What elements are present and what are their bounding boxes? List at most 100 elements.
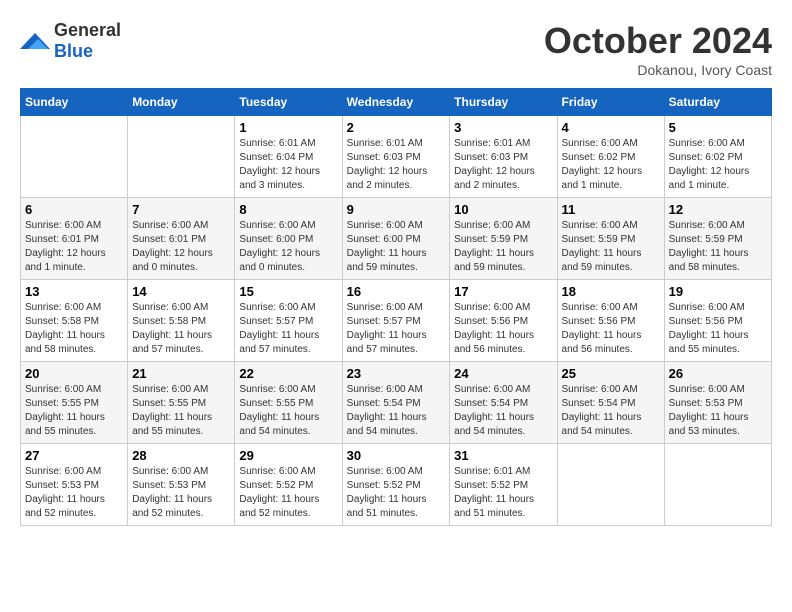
calendar-cell: 12 Sunrise: 6:00 AM Sunset: 5:59 PM Dayli… [664, 198, 771, 280]
col-header-thursday: Thursday [450, 89, 557, 116]
calendar-table: SundayMondayTuesdayWednesdayThursdayFrid… [20, 88, 772, 526]
day-info: Sunrise: 6:01 AM Sunset: 6:03 PM Dayligh… [454, 137, 552, 193]
day-number: 4 [562, 120, 660, 135]
calendar-cell: 8Sunrise: 6:00 AM Sunset: 6:00 PM Daylig… [235, 198, 342, 280]
day-number: 21 [132, 366, 230, 381]
week-row-3: 13 Sunrise: 6:00 AM Sunset: 5:58 PM Dayli… [21, 280, 772, 362]
calendar-cell: 7 Sunrise: 6:00 AM Sunset: 6:01 PM Daylig… [128, 198, 235, 280]
week-row-2: 6 Sunrise: 6:00 AM Sunset: 6:01 PM Daylig… [21, 198, 772, 280]
day-number: 1 [239, 120, 337, 135]
calendar-cell: 21Sunrise: 6:00 AM Sunset: 5:55 PM Dayli… [128, 362, 235, 444]
day-number: 25 [562, 366, 660, 381]
day-info: Sunrise: 6:00 AM Sunset: 5:52 PM Dayligh… [347, 465, 446, 521]
calendar-cell: 14 Sunrise: 6:00 AM Sunset: 5:58 PM Dayli… [128, 280, 235, 362]
day-info: Sunrise: 6:00 AM Sunset: 5:53 PM Dayligh… [132, 465, 230, 521]
calendar-cell: 27 Sunrise: 6:00 AM Sunset: 5:53 PM Dayli… [21, 444, 128, 526]
day-info: Sunrise: 6:00 AM Sunset: 5:54 PM Dayligh… [562, 383, 660, 439]
col-header-tuesday: Tuesday [235, 89, 342, 116]
logo-icon [20, 29, 50, 53]
day-number: 11 [562, 202, 660, 217]
day-info: Sunrise: 6:00 AM Sunset: 5:55 PM Dayligh… [25, 383, 123, 439]
calendar-cell: 1 Sunrise: 6:01 AM Sunset: 6:04 PM Daylig… [235, 116, 342, 198]
day-info: Sunrise: 6:00 AM Sunset: 5:56 PM Dayligh… [669, 301, 767, 357]
day-number: 3 [454, 120, 552, 135]
day-info: Sunrise: 6:01 AM Sunset: 6:04 PM Dayligh… [239, 137, 337, 193]
logo-blue: Blue [54, 41, 93, 61]
day-number: 6 [25, 202, 123, 217]
day-number: 31 [454, 448, 552, 463]
day-info: Sunrise: 6:01 AM Sunset: 6:03 PM Dayligh… [347, 137, 446, 193]
day-number: 14 [132, 284, 230, 299]
day-number: 27 [25, 448, 123, 463]
calendar-cell: 2 Sunrise: 6:01 AM Sunset: 6:03 PM Daylig… [342, 116, 450, 198]
calendar-cell: 28 Sunrise: 6:00 AM Sunset: 5:53 PM Dayli… [128, 444, 235, 526]
day-number: 29 [239, 448, 337, 463]
day-number: 28 [132, 448, 230, 463]
calendar-cell [21, 116, 128, 198]
day-info: Sunrise: 6:00 AM Sunset: 5:52 PM Dayligh… [239, 465, 337, 521]
calendar-cell: 26 Sunrise: 6:00 AM Sunset: 5:53 PM Dayli… [664, 362, 771, 444]
day-info: Sunrise: 6:00 AM Sunset: 5:53 PM Dayligh… [25, 465, 123, 521]
day-number: 15 [239, 284, 337, 299]
calendar-cell: 13 Sunrise: 6:00 AM Sunset: 5:58 PM Dayli… [21, 280, 128, 362]
day-info: Sunrise: 6:00 AM Sunset: 5:57 PM Dayligh… [347, 301, 446, 357]
calendar-cell: 9Sunrise: 6:00 AM Sunset: 6:00 PM Daylig… [342, 198, 450, 280]
week-row-1: 1 Sunrise: 6:01 AM Sunset: 6:04 PM Daylig… [21, 116, 772, 198]
calendar-cell: 6 Sunrise: 6:00 AM Sunset: 6:01 PM Daylig… [21, 198, 128, 280]
calendar-cell: 15 Sunrise: 6:00 AM Sunset: 5:57 PM Dayli… [235, 280, 342, 362]
day-info: Sunrise: 6:01 AM Sunset: 5:52 PM Dayligh… [454, 465, 552, 521]
day-number: 2 [347, 120, 446, 135]
day-number: 7 [132, 202, 230, 217]
day-info: Sunrise: 6:00 AM Sunset: 5:59 PM Dayligh… [562, 219, 660, 275]
calendar-cell: 20 Sunrise: 6:00 AM Sunset: 5:55 PM Dayli… [21, 362, 128, 444]
day-number: 18 [562, 284, 660, 299]
day-info: Sunrise: 6:00 AM Sunset: 5:59 PM Dayligh… [669, 219, 767, 275]
day-number: 20 [25, 366, 123, 381]
calendar-cell: 17Sunrise: 6:00 AM Sunset: 5:56 PM Dayli… [450, 280, 557, 362]
calendar-cell: 11 Sunrise: 6:00 AM Sunset: 5:59 PM Dayli… [557, 198, 664, 280]
location-title: Dokanou, Ivory Coast [544, 62, 772, 78]
col-header-sunday: Sunday [21, 89, 128, 116]
day-info: Sunrise: 6:00 AM Sunset: 5:57 PM Dayligh… [239, 301, 337, 357]
calendar-cell: 18 Sunrise: 6:00 AM Sunset: 5:56 PM Dayli… [557, 280, 664, 362]
day-info: Sunrise: 6:00 AM Sunset: 5:54 PM Dayligh… [347, 383, 446, 439]
day-number: 22 [239, 366, 337, 381]
day-info: Sunrise: 6:00 AM Sunset: 5:56 PM Dayligh… [454, 301, 552, 357]
day-number: 26 [669, 366, 767, 381]
day-info: Sunrise: 6:00 AM Sunset: 5:56 PM Dayligh… [562, 301, 660, 357]
day-info: Sunrise: 6:00 AM Sunset: 5:58 PM Dayligh… [132, 301, 230, 357]
day-info: Sunrise: 6:00 AM Sunset: 5:58 PM Dayligh… [25, 301, 123, 357]
col-header-friday: Friday [557, 89, 664, 116]
title-area: October 2024 Dokanou, Ivory Coast [544, 20, 772, 78]
day-info: Sunrise: 6:00 AM Sunset: 6:02 PM Dayligh… [669, 137, 767, 193]
logo-text: General Blue [54, 20, 121, 62]
day-info: Sunrise: 6:00 AM Sunset: 6:01 PM Dayligh… [132, 219, 230, 275]
calendar-cell: 24Sunrise: 6:00 AM Sunset: 5:54 PM Dayli… [450, 362, 557, 444]
week-row-4: 20 Sunrise: 6:00 AM Sunset: 5:55 PM Dayli… [21, 362, 772, 444]
calendar-cell: 25 Sunrise: 6:00 AM Sunset: 5:54 PM Dayli… [557, 362, 664, 444]
calendar-cell: 3 Sunrise: 6:01 AM Sunset: 6:03 PM Daylig… [450, 116, 557, 198]
day-number: 12 [669, 202, 767, 217]
calendar-cell: 4 Sunrise: 6:00 AM Sunset: 6:02 PM Daylig… [557, 116, 664, 198]
day-number: 13 [25, 284, 123, 299]
col-header-saturday: Saturday [664, 89, 771, 116]
day-number: 8 [239, 202, 337, 217]
calendar-cell: 22Sunrise: 6:00 AM Sunset: 5:55 PM Dayli… [235, 362, 342, 444]
col-header-wednesday: Wednesday [342, 89, 450, 116]
header-row: SundayMondayTuesdayWednesdayThursdayFrid… [21, 89, 772, 116]
day-number: 5 [669, 120, 767, 135]
calendar-cell: 30 Sunrise: 6:00 AM Sunset: 5:52 PM Dayli… [342, 444, 450, 526]
day-number: 30 [347, 448, 446, 463]
calendar-cell: 19 Sunrise: 6:00 AM Sunset: 5:56 PM Dayli… [664, 280, 771, 362]
calendar-cell: 23Sunrise: 6:00 AM Sunset: 5:54 PM Dayli… [342, 362, 450, 444]
day-number: 19 [669, 284, 767, 299]
day-info: Sunrise: 6:00 AM Sunset: 6:01 PM Dayligh… [25, 219, 123, 275]
calendar-cell: 5 Sunrise: 6:00 AM Sunset: 6:02 PM Daylig… [664, 116, 771, 198]
day-info: Sunrise: 6:00 AM Sunset: 6:02 PM Dayligh… [562, 137, 660, 193]
logo-general: General [54, 20, 121, 40]
day-info: Sunrise: 6:00 AM Sunset: 5:53 PM Dayligh… [669, 383, 767, 439]
calendar-cell: 10Sunrise: 6:00 AM Sunset: 5:59 PM Dayli… [450, 198, 557, 280]
month-title: October 2024 [544, 20, 772, 62]
day-number: 24 [454, 366, 552, 381]
calendar-cell [557, 444, 664, 526]
